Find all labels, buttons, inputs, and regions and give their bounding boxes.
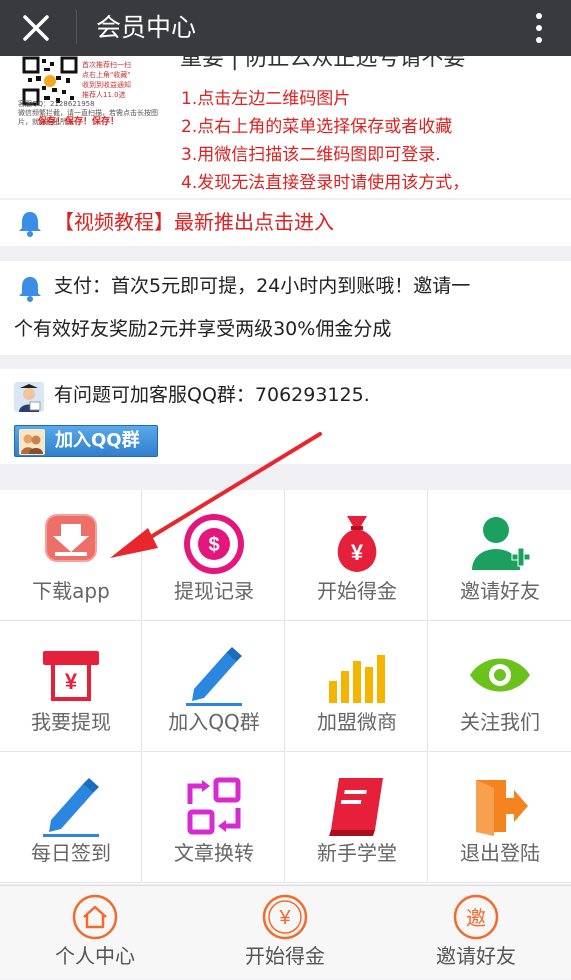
grid-item-withdraw[interactable]: ¥ 我要提现 [0,621,142,752]
qr-cut-heading: 重要 | 防止公众正选号请不要 [180,56,466,71]
home-icon [72,894,118,940]
grid-item-invite-friends[interactable]: 邀请好友 [429,490,571,621]
grid-item-label: 加盟微商 [317,710,397,734]
grid-item-label: 邀请好友 [460,579,540,603]
qr-image[interactable]: 首次推荐扫一扫 点右上角"收藏" 收到到收益通知 推荐人11.0选 客服QQ：2… [18,56,168,186]
qr-side-text: 首次推荐扫一扫 点右上角"收藏" 收到到收益通知 推荐人11.0选 [82,61,131,99]
qr-save-text: 保存！保存！保存！ [38,117,120,127]
pencil-icon [186,647,242,706]
invite-glyph: 邀 [466,906,486,930]
invite-icon: 邀 [453,894,499,940]
tab-personal-center[interactable]: 个人中心 [0,886,190,980]
logout-icon [476,780,528,836]
payment-text-line1: 支付：首次5元即可提，24小时内到账哦！邀请一 [54,275,471,297]
close-icon[interactable] [18,10,54,46]
pencil-icon [43,778,99,837]
bell-icon [19,212,41,237]
step-3: 3.用微信扫描该二维码图即可登录. [181,145,441,165]
grid-item-label: 每日签到 [31,841,111,865]
step-2: 2.点右上角的菜单选择保存或者收藏 [181,117,453,137]
grid-item-label: 新手学堂 [317,841,397,865]
eye-icon [470,658,530,692]
grid-item-label: 提现记录 [174,579,254,603]
qr-instruction-card: 首次推荐扫一扫 点右上角"收藏" 收到到收益通知 推荐人11.0选 客服QQ：2… [0,56,571,198]
book-icon [329,778,383,836]
video-tutorial-notice[interactable]: 【视频教程】最新推出点击进入 [0,200,571,246]
yen-glyph: ¥ [278,907,291,929]
tab-invite-friends[interactable]: 邀 邀请好友 [381,886,571,980]
qr-code-icon [22,56,78,106]
grid-item-follow-us[interactable]: 关注我们 [429,621,571,752]
tab-label: 邀请好友 [436,944,516,968]
grid-item-daily-checkin[interactable]: 每日签到 [0,752,142,883]
service-avatar-icon [14,382,44,412]
svg-text:¥: ¥ [65,669,78,694]
grid-item-beginner-school[interactable]: 新手学堂 [286,752,428,883]
step-1: 1.点击左边二维码图片 [181,89,351,109]
payment-text-line2: 个有效好友奖励2元并享受两级30%佣金分成 [14,318,392,340]
people-icon [19,429,45,455]
tab-label: 个人中心 [55,944,135,968]
grid-item-join-qq[interactable]: 加入QQ群 [143,621,285,752]
grid-item-label: 我要提现 [31,710,111,734]
video-tutorial-link[interactable]: 【视频教程】最新推出点击进入 [54,208,334,236]
bell-icon [19,277,41,302]
swap-icon [187,777,241,835]
grid-item-logout[interactable]: 退出登陆 [429,752,571,883]
bar-chart-icon [329,655,385,703]
pointer-arrow-icon [110,432,322,558]
grid-item-label: 关注我们 [460,710,540,734]
qq-group-text: 有问题可加客服QQ群：706293125. [54,384,370,406]
money-bag-icon: ¥ [337,516,377,572]
top-bar: 会员中心 [0,0,571,56]
grid-item-label: 退出登陆 [460,841,540,865]
payment-notice: 支付：首次5元即可提，24小时内到账哦！邀请一 个有效好友奖励2元并享受两级30… [0,261,571,355]
tab-label: 开始得金 [245,944,325,968]
atm-icon: ¥ [43,651,99,701]
add-user-icon [472,517,531,570]
yen-icon: ¥ [262,894,308,940]
page-title: 会员中心 [96,13,197,42]
more-icon[interactable] [535,12,543,44]
bottom-tab-bar: 个人中心 ¥ 开始得金 邀 邀请好友 [0,885,571,979]
grid-item-label: 文章换转 [174,841,254,865]
divider [76,10,77,44]
download-icon [45,514,97,562]
grid-item-join-merchant[interactable]: 加盟微商 [286,621,428,752]
tab-start-earning[interactable]: ¥ 开始得金 [190,886,380,980]
instruction-steps: 1.点击左边二维码图片 2.点右上角的菜单选择保存或者收藏 3.用微信扫描该二维… [181,85,469,197]
grid-item-article-swap[interactable]: 文章换转 [143,752,285,883]
svg-text:¥: ¥ [351,540,364,565]
step-4: 4.发现无法直接登录时请使用该方式， [181,173,470,193]
grid-item-label: 加入QQ群 [168,710,260,734]
qr-service: 客服QQ：2128621958 [18,100,95,108]
grid-item-label: 开始得金 [317,579,397,603]
grid-item-label: 下载app [32,579,110,603]
